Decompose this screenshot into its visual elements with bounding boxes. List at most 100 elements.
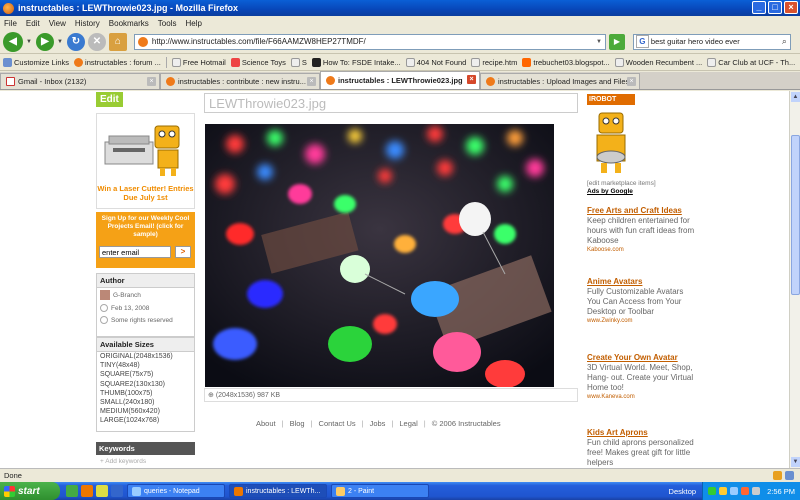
menu-edit[interactable]: Edit: [26, 19, 40, 28]
menu-tools[interactable]: Tools: [158, 19, 177, 28]
ads-by-google-link[interactable]: Ads by Google: [587, 188, 633, 195]
vertical-scrollbar[interactable]: ▲ ▼: [789, 91, 800, 468]
ad-title[interactable]: Create Your Own Avatar: [587, 353, 697, 363]
menu-bookmarks[interactable]: Bookmarks: [109, 19, 149, 28]
email-field[interactable]: [99, 246, 171, 258]
taskbar-item-paint[interactable]: 2 - Paint: [331, 484, 429, 498]
scroll-down-icon[interactable]: ▼: [791, 457, 800, 467]
footer-about-link[interactable]: About: [256, 419, 276, 428]
edit-button[interactable]: Edit: [96, 92, 123, 107]
firefox-quicklaunch-icon[interactable]: [81, 485, 93, 497]
bookmark-item[interactable]: How To: FSDE Intake...: [311, 58, 401, 67]
menu-view[interactable]: View: [49, 19, 66, 28]
addon-icon[interactable]: [773, 471, 782, 480]
footer-legal-link[interactable]: Legal: [399, 419, 417, 428]
taskbar-item-notepad[interactable]: queries - Notepad: [127, 484, 225, 498]
size-link[interactable]: THUMB(100x75): [97, 389, 194, 398]
footer-jobs-link[interactable]: Jobs: [370, 419, 386, 428]
bookmark-item[interactable]: Science Toys: [230, 58, 286, 67]
size-link[interactable]: TINY(48x48): [97, 361, 194, 370]
menu-help[interactable]: Help: [185, 19, 201, 28]
size-link[interactable]: LARGE(1024x768): [97, 416, 194, 425]
bookmark-item[interactable]: S: [290, 58, 307, 67]
ad-url[interactable]: www.Zwinky.com: [587, 317, 697, 326]
tab-close-icon[interactable]: ×: [147, 77, 156, 86]
tray-app-icon[interactable]: [741, 487, 750, 495]
ad-title[interactable]: Free Arts and Craft Ideas: [587, 206, 697, 216]
taskbar-item-firefox[interactable]: instructables : LEWTh...: [229, 484, 327, 498]
size-link[interactable]: SQUARE2(130x130): [97, 380, 194, 389]
tab-contribute[interactable]: instructables : contribute : new instru.…: [160, 73, 320, 89]
footer-contact-link[interactable]: Contact Us: [319, 419, 356, 428]
desktop-toolbar-label[interactable]: Desktop: [669, 487, 697, 496]
clock[interactable]: 2:56 PM: [767, 487, 795, 496]
tab-close-icon[interactable]: ×: [467, 75, 476, 84]
size-link[interactable]: ORIGINAL(2048x1536): [97, 352, 194, 361]
zoom-icon[interactable]: ⊕: [208, 392, 214, 399]
bookmark-item[interactable]: instructables : forum ...: [74, 58, 161, 67]
search-icon[interactable]: ⌕: [782, 36, 787, 47]
bookmark-item[interactable]: 404 Not Found: [405, 58, 466, 67]
footer-blog-link[interactable]: Blog: [290, 419, 305, 428]
tab-upload[interactable]: instructables : Upload Images and Files …: [480, 73, 640, 89]
tab-close-icon[interactable]: ×: [627, 77, 636, 86]
url-bar[interactable]: http://www.instructables.com/file/F66AAM…: [133, 33, 606, 50]
stop-icon[interactable]: ✕: [87, 32, 106, 51]
scroll-up-icon[interactable]: ▲: [791, 92, 800, 102]
google-engine-icon[interactable]: G: [635, 35, 649, 48]
bookmark-item[interactable]: trebuchet03.blogspot...: [522, 58, 610, 67]
close-button[interactable]: ×: [784, 1, 798, 14]
back-icon[interactable]: ◀: [3, 31, 23, 52]
start-button[interactable]: start: [0, 482, 60, 500]
irobot-challenge-banner[interactable]: IROBOT CHALLENGE: [587, 94, 635, 114]
menu-file[interactable]: File: [4, 19, 17, 28]
scrollbar-thumb[interactable]: [791, 135, 800, 295]
author-header: Author: [97, 274, 194, 288]
laser-cutter-promo[interactable]: Win a Laser Cutter! Entries Due July 1st: [96, 113, 195, 209]
ad-title[interactable]: Kids Art Aprons: [587, 428, 697, 438]
media-player-icon[interactable]: [111, 485, 123, 497]
tray-volume-icon[interactable]: [730, 487, 739, 495]
forward-history-dropdown-icon[interactable]: ▼: [57, 39, 63, 45]
size-link[interactable]: SQUARE(75x75): [97, 370, 194, 379]
avatar[interactable]: [100, 290, 110, 300]
minimize-button[interactable]: _: [752, 1, 766, 14]
bookmark-item[interactable]: recipe.htm: [471, 58, 517, 67]
tray-security-icon[interactable]: [719, 487, 728, 495]
bookmark-item[interactable]: Car Club at UCF - Th...: [707, 58, 795, 67]
size-link[interactable]: MEDIUM(560x420): [97, 407, 194, 416]
window-title-bar[interactable]: instructables : LEWThrowie023.jpg - Mozi…: [0, 0, 800, 16]
reload-icon[interactable]: ↻: [66, 32, 85, 51]
tray-network-icon[interactable]: [708, 487, 717, 495]
search-input[interactable]: best guitar hero video ever: [651, 37, 740, 46]
edit-marketplace-link[interactable]: [edit marketplace items]: [587, 180, 656, 187]
home-icon[interactable]: ⌂: [108, 32, 127, 51]
folder-icon[interactable]: [96, 485, 108, 497]
bookmark-item[interactable]: Wooden Recumbent ...: [614, 58, 702, 67]
ad-url[interactable]: Kaboose.com: [587, 246, 697, 255]
tab-close-icon[interactable]: ×: [307, 77, 316, 86]
ad-url[interactable]: www.Kaneva.com: [587, 393, 697, 402]
signup-text[interactable]: Sign Up for our Weekly Cool Projects Ema…: [96, 215, 195, 239]
tray-misc-icon[interactable]: [752, 487, 761, 495]
bookmark-item[interactable]: Customize Links: [3, 58, 69, 67]
ad-title[interactable]: Anime Avatars: [587, 277, 697, 287]
menu-history[interactable]: History: [75, 19, 100, 28]
robot-mascot-icon[interactable]: [587, 105, 635, 175]
maximize-button[interactable]: □: [768, 1, 782, 14]
show-desktop-icon[interactable]: [66, 485, 78, 497]
forward-icon[interactable]: ▶: [35, 32, 54, 51]
url-dropdown-icon[interactable]: ▼: [596, 39, 602, 45]
tab-gmail[interactable]: Gmail - Inbox (2132) ×: [0, 73, 160, 89]
search-bar[interactable]: G best guitar hero video ever ⌕: [632, 33, 791, 50]
tab-lewthrowie[interactable]: instructables : LEWThrowie023.jpg ×: [320, 71, 480, 89]
author-rights[interactable]: Some rights reserved: [111, 317, 173, 324]
back-history-dropdown-icon[interactable]: ▼: [26, 39, 32, 45]
size-link[interactable]: SMALL(240x180): [97, 398, 194, 407]
signup-submit-button[interactable]: >: [175, 246, 191, 258]
author-name[interactable]: G-Branch: [113, 292, 141, 299]
resize-grip-icon[interactable]: [785, 471, 794, 480]
go-button[interactable]: ▶: [608, 33, 625, 50]
add-keywords-link[interactable]: + Add keywords: [96, 455, 195, 468]
bookmark-item[interactable]: Free Hotmail: [171, 58, 226, 67]
